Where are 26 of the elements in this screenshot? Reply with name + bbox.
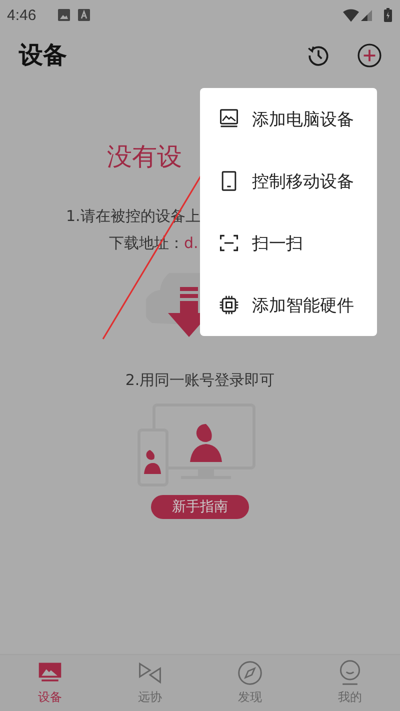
wifi-icon	[343, 8, 359, 22]
menu-item[interactable]: 控制移动设备	[200, 150, 377, 212]
empty-title: 没有设	[107, 141, 183, 173]
scan-icon	[218, 232, 240, 254]
battery-icon	[384, 8, 392, 22]
computer-icon	[218, 108, 240, 130]
nav-tab[interactable]: 设备	[0, 655, 100, 711]
menu-item[interactable]: 扫一扫	[200, 212, 377, 274]
menu-item[interactable]: 添加电脑设备	[200, 88, 377, 150]
guide-button[interactable]: 新手指南	[151, 495, 249, 519]
compass-icon	[237, 660, 263, 686]
instruction-text: 2.用同一账号登录即可	[125, 371, 275, 390]
face-icon	[337, 660, 363, 686]
menu-item[interactable]: 添加智能硬件	[200, 274, 377, 336]
nav-tab[interactable]: 远协	[100, 655, 200, 711]
status-time: 4:46	[7, 6, 36, 24]
signal-icon	[361, 10, 372, 20]
chip-icon	[218, 294, 240, 316]
page-title: 设备	[19, 40, 67, 71]
bowtie-icon	[137, 660, 163, 686]
keyboard-icon	[78, 9, 90, 21]
nav-tab[interactable]: 我的	[300, 655, 400, 711]
image-icon	[58, 9, 70, 21]
nav-tab[interactable]: 发现	[200, 655, 300, 711]
add-icon[interactable]	[357, 42, 382, 68]
download-link[interactable]: d.	[184, 234, 198, 253]
